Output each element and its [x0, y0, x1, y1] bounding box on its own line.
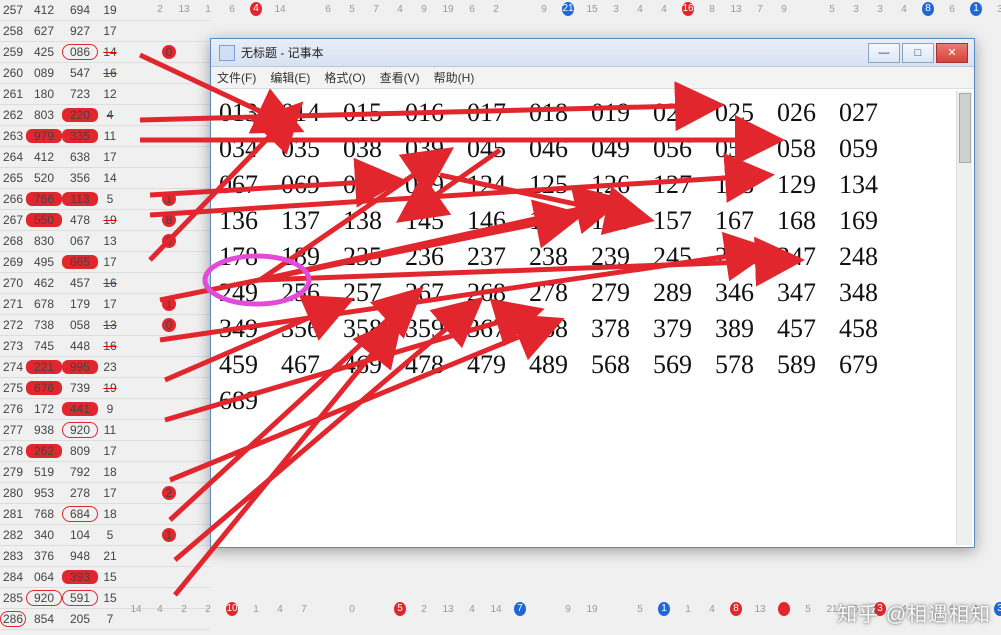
text-line: 034035038039045046049056057058059 — [219, 131, 950, 167]
text-area[interactable]: 0130140150160170180190230250260270340350… — [213, 91, 956, 545]
text-line: 067069078089124125126127128129134 — [219, 167, 950, 203]
watermark: 知乎 @相遇相知 — [837, 598, 991, 627]
text-line: 249256257267268278279289346347348 — [219, 275, 950, 311]
menubar: 文件(F) 编辑(E) 格式(O) 查看(V) 帮助(H) — [211, 67, 974, 89]
text-line: 178189235236237238239245246247248 — [219, 239, 950, 275]
text-line: 459467469478479489568569578589679 — [219, 347, 950, 383]
menu-file[interactable]: 文件(F) — [217, 69, 256, 86]
text-line: 689 — [219, 383, 950, 419]
text-line: 349356358359367368378379389457458 — [219, 311, 950, 347]
app-icon — [219, 45, 235, 61]
maximize-button[interactable]: □ — [902, 43, 934, 63]
menu-view[interactable]: 查看(V) — [380, 69, 420, 86]
titlebar[interactable]: 无标题 - 记事本 — □ ✕ — [211, 39, 974, 67]
minimize-button[interactable]: — — [868, 43, 900, 63]
text-line: 013014015016017018019023025026027 — [219, 95, 950, 131]
text-line: 136137138145146149156157167168169 — [219, 203, 950, 239]
vertical-scrollbar[interactable] — [956, 91, 972, 545]
menu-edit[interactable]: 编辑(E) — [270, 69, 310, 86]
menu-help[interactable]: 帮助(H) — [434, 69, 475, 86]
menu-format[interactable]: 格式(O) — [324, 69, 365, 86]
window-title: 无标题 - 记事本 — [241, 44, 868, 61]
notepad-window: 无标题 - 记事本 — □ ✕ 文件(F) 编辑(E) 格式(O) 查看(V) … — [210, 38, 975, 548]
close-button[interactable]: ✕ — [936, 43, 968, 63]
scrollbar-thumb[interactable] — [959, 93, 971, 163]
